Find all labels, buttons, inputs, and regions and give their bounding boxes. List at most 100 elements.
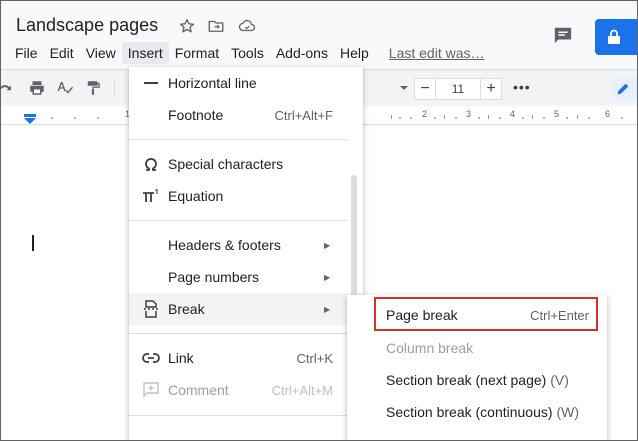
menu-item-section-break-next-page[interactable]: Section break (next page) (V) xyxy=(347,364,607,396)
submenu-arrow-icon: ▶ xyxy=(324,240,331,250)
menu-item-shortcut: Ctrl+K xyxy=(296,350,333,366)
decrease-font-size-button[interactable]: − xyxy=(414,78,436,100)
menu-separator xyxy=(129,333,347,334)
move-to-folder-icon[interactable] xyxy=(205,15,227,37)
menu-item-headers-footers[interactable]: Headers & footers ▶ xyxy=(129,229,363,261)
break-icon xyxy=(141,299,161,319)
ruler-dot xyxy=(97,117,99,119)
link-icon xyxy=(141,348,161,368)
menu-item-shortcut: Ctrl+Alt+F xyxy=(274,107,333,123)
menu-item-footnote[interactable]: Footnote Ctrl+Alt+F xyxy=(129,99,363,131)
ruler-dot xyxy=(74,117,76,119)
menu-item-label: Column break xyxy=(386,340,474,356)
ruler-tick xyxy=(391,115,392,119)
menu-item-break[interactable]: Break ▶ xyxy=(129,293,363,325)
submenu-arrow-icon: ▶ xyxy=(324,272,331,282)
menu-bar: File Edit View Insert Format Tools Add-o… xyxy=(9,41,491,65)
menu-item-link[interactable]: Link Ctrl+K xyxy=(129,342,363,374)
app-window: Landscape pages File Edit View Insert Fo… xyxy=(0,0,638,441)
text-cursor xyxy=(32,235,34,251)
ruler-number: 3 xyxy=(466,109,472,119)
menu-item-page-numbers[interactable]: Page numbers ▶ xyxy=(129,261,363,293)
menu-view[interactable]: View xyxy=(80,42,122,64)
font-dropdown-arrow-icon[interactable] xyxy=(394,78,414,98)
menu-separator xyxy=(129,139,347,140)
menu-item-label: Page numbers xyxy=(168,269,260,285)
annotation-highlight-box xyxy=(374,297,598,331)
menu-edit[interactable]: Edit xyxy=(44,42,80,64)
ruler-number: 5 xyxy=(554,109,560,119)
ruler-number: 2 xyxy=(422,109,428,119)
ruler-dot xyxy=(566,117,568,119)
menu-item-mnemonic: (V) xyxy=(550,372,569,388)
menu-item-special-characters[interactable]: Special characters xyxy=(129,148,363,180)
pi-icon xyxy=(141,186,161,206)
menu-tools[interactable]: Tools xyxy=(225,42,270,64)
comment-add-icon xyxy=(141,380,161,400)
menu-item-mnemonic: (W) xyxy=(556,404,579,420)
menu-separator xyxy=(129,415,347,416)
paint-format-icon[interactable] xyxy=(83,78,103,98)
menu-item-label: Section break (continuous) (W) xyxy=(386,404,579,420)
menu-item-shortcut: Ctrl+Alt+M xyxy=(271,382,333,398)
redo-icon[interactable] xyxy=(1,78,15,98)
print-icon[interactable] xyxy=(27,78,47,98)
menu-item-label: Special characters xyxy=(168,156,284,172)
cloud-saved-icon[interactable] xyxy=(236,15,258,37)
menu-item-label: Footnote xyxy=(168,107,224,123)
comments-icon[interactable] xyxy=(552,25,574,47)
font-size-input[interactable]: 11 xyxy=(436,78,480,100)
ruler-tick xyxy=(444,115,445,119)
menu-format[interactable]: Format xyxy=(169,42,225,64)
ruler-tick xyxy=(577,115,578,119)
menu-item-label: Equation xyxy=(168,188,224,204)
document-title[interactable]: Landscape pages xyxy=(16,15,158,36)
menu-item-section-break-continuous[interactable]: Section break (continuous) (W) xyxy=(347,396,607,428)
ruler-tick xyxy=(532,115,533,119)
menu-item-column-break[interactable]: Column break xyxy=(347,332,607,364)
menu-item-text: Section break (continuous) xyxy=(386,404,553,420)
menu-item-label: Break xyxy=(168,301,205,317)
ruler-dot xyxy=(588,117,590,119)
menu-item-label: Horizontal line xyxy=(168,75,257,91)
ruler-dot xyxy=(499,117,501,119)
ruler-dot xyxy=(478,117,480,119)
menu-item-text: Section break (next page) xyxy=(386,372,547,388)
ruler-dot xyxy=(410,117,412,119)
ruler-number: 6 xyxy=(605,109,611,119)
ruler-number: 4 xyxy=(510,109,516,119)
ruler-dot xyxy=(543,117,545,119)
menu-insert[interactable]: Insert xyxy=(121,42,169,64)
menu-addons[interactable]: Add-ons xyxy=(270,42,334,64)
menu-item-label: Comment xyxy=(168,382,229,398)
insert-menu-dropdown: Horizontal line Footnote Ctrl+Alt+F Spec… xyxy=(129,67,363,440)
editing-mode-button[interactable] xyxy=(611,77,637,102)
lock-icon xyxy=(607,29,621,50)
menu-item-label: Headers & footers xyxy=(168,237,281,253)
ruler-dot xyxy=(434,117,436,119)
star-icon[interactable] xyxy=(176,15,198,37)
menu-item-equation[interactable]: Equation xyxy=(129,180,363,212)
increase-font-size-button[interactable]: + xyxy=(480,78,502,100)
menu-item-horizontal-line[interactable]: Horizontal line xyxy=(129,67,363,99)
toolbar-divider xyxy=(114,80,115,96)
submenu-arrow-icon: ▶ xyxy=(324,304,331,314)
menu-file[interactable]: File xyxy=(9,42,44,64)
spellcheck-icon[interactable] xyxy=(55,78,75,98)
omega-icon xyxy=(141,154,161,174)
share-button[interactable] xyxy=(595,19,637,55)
more-options-button[interactable]: ••• xyxy=(513,79,531,95)
menu-help[interactable]: Help xyxy=(334,42,375,64)
indent-marker-icon[interactable] xyxy=(23,111,37,124)
ruler-dot xyxy=(522,117,524,119)
ruler-dot xyxy=(399,117,401,119)
last-edit-link[interactable]: Last edit was… xyxy=(383,42,491,64)
ruler-dot xyxy=(455,117,457,119)
ruler-dot xyxy=(51,117,53,119)
menu-item-comment[interactable]: Comment Ctrl+Alt+M xyxy=(129,374,363,406)
ruler-dot xyxy=(621,117,623,119)
ruler-tick xyxy=(488,115,489,119)
pencil-icon xyxy=(615,81,631,102)
horizontal-line-icon xyxy=(141,73,161,93)
menu-separator xyxy=(129,220,347,221)
